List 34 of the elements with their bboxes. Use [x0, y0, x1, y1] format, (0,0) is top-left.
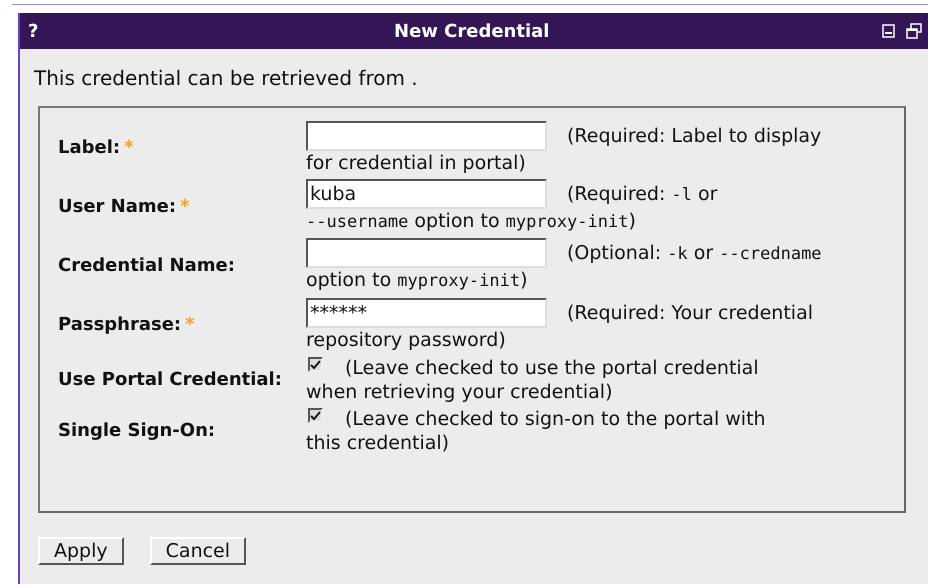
- hint-text: option to myproxy-init): [306, 269, 528, 291]
- dialog-button[interactable]: Cancel: [150, 537, 246, 565]
- field-label: Label:: [58, 137, 120, 158]
- dialog-button[interactable]: Apply: [38, 537, 124, 565]
- checkbox[interactable]: [308, 408, 323, 423]
- hint-text: (Required: -l or: [567, 182, 718, 206]
- help-button[interactable]: ?: [28, 18, 38, 44]
- hint-text: (Required: Label to display: [567, 124, 822, 148]
- hint-text: --username option to myproxy-init): [306, 210, 636, 232]
- hint-text: repository password): [306, 328, 506, 350]
- hint-text: when retrieving your credential): [306, 380, 612, 402]
- input-field[interactable]: ******: [306, 298, 547, 328]
- hint-text: this credential): [306, 432, 450, 454]
- field-label: Single Sign-On:: [58, 420, 216, 441]
- input-field[interactable]: kuba: [306, 179, 547, 209]
- checkbox[interactable]: [308, 357, 323, 372]
- field-label: Use Portal Credential:: [58, 369, 282, 390]
- required-mark: *: [180, 196, 190, 217]
- input-field[interactable]: [306, 238, 547, 268]
- intro-text: This credential can be retrieved from .: [34, 66, 418, 90]
- hint-text: (Leave checked to use the portal credential: [345, 356, 759, 380]
- hint-text: (Leave checked to sign-on to the portal with: [345, 406, 766, 430]
- hint-text: for credential in portal): [306, 152, 526, 174]
- input-field[interactable]: [306, 120, 547, 150]
- field-label: Passphrase:: [58, 314, 182, 335]
- restore-icon[interactable]: [906, 23, 922, 39]
- hint-text: (Required: Your credential: [567, 300, 813, 324]
- field-label: User Name:: [58, 196, 176, 217]
- required-mark: *: [185, 314, 195, 335]
- hint-text: (Optional: -k or --credname: [567, 240, 822, 266]
- minimize-icon[interactable]: [882, 24, 895, 38]
- window-title: New Credential: [394, 20, 550, 44]
- required-mark: *: [124, 137, 134, 158]
- field-label: Credential Name:: [58, 255, 235, 276]
